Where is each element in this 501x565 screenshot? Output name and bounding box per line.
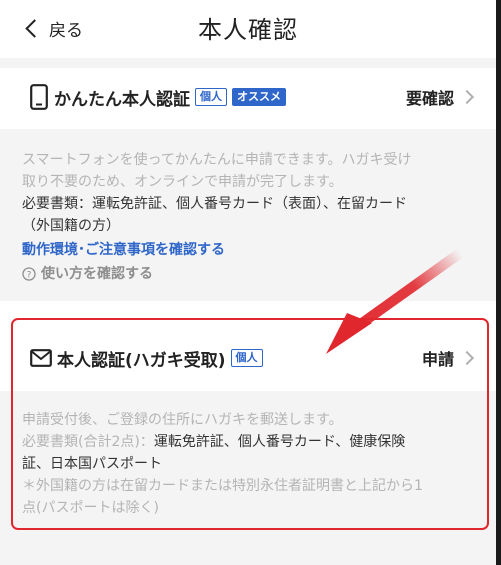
annotation-arrow-icon xyxy=(326,248,465,354)
